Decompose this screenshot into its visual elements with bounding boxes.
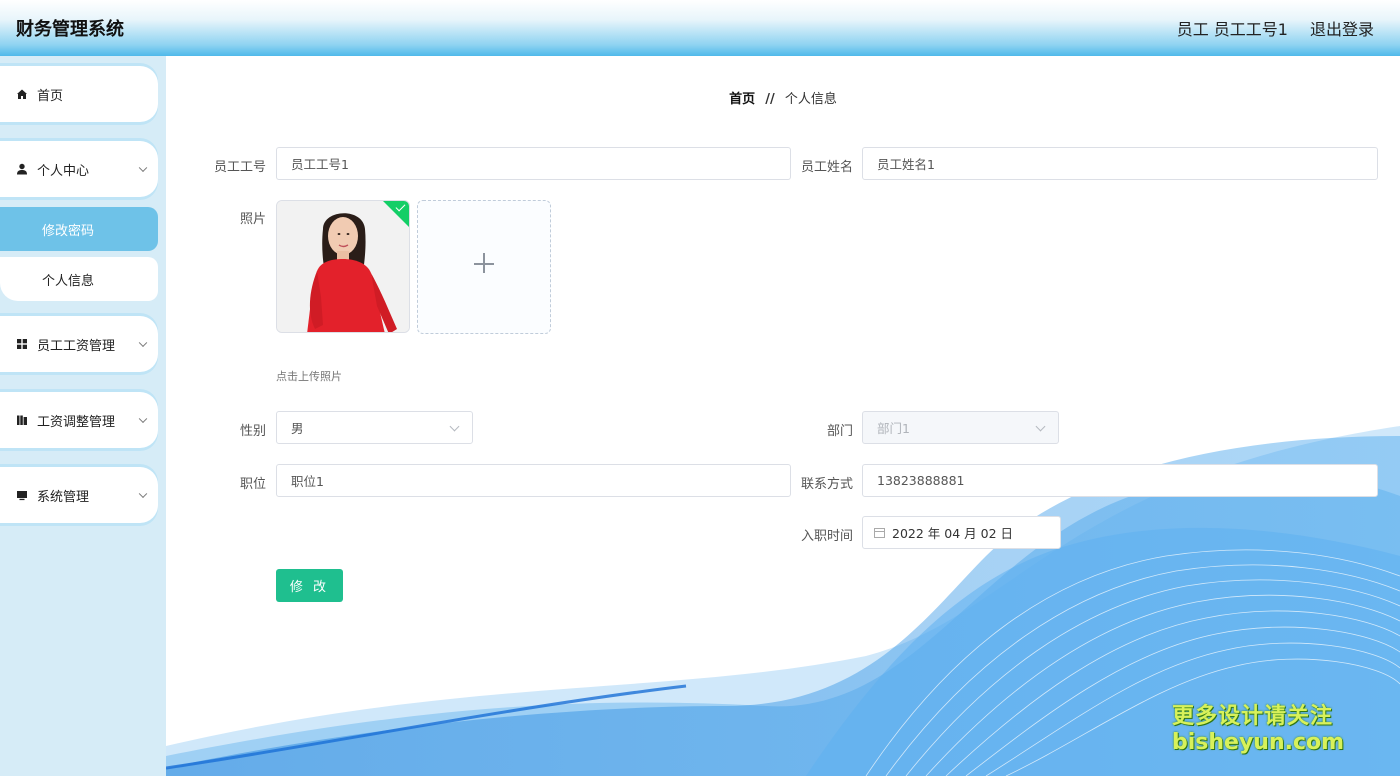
grid-icon xyxy=(16,338,28,350)
chevron-down-icon xyxy=(1035,421,1046,432)
chevron-down-icon xyxy=(138,338,148,348)
header-user-area: 员工 员工工号1 退出登录 xyxy=(1177,16,1374,40)
book-icon xyxy=(16,414,28,426)
employee-name-label: 员工姓名 xyxy=(800,160,853,175)
photo-upload-button[interactable] xyxy=(417,200,551,334)
monitor-icon xyxy=(16,489,28,501)
sidebar-subitem-personal-info[interactable]: 个人信息 xyxy=(0,257,158,301)
gender-select[interactable]: 男 xyxy=(276,411,473,444)
contact-input[interactable]: 13823888881 xyxy=(862,464,1378,497)
app-title: 财务管理系统 xyxy=(16,19,124,40)
position-value: 职位1 xyxy=(291,474,324,489)
gender-label: 性别 xyxy=(239,424,266,439)
employee-no-label: 员工工号 xyxy=(213,160,266,175)
sidebar: 首页 个人中心 修改密码 个人信息 员工工资管理 工资调整管理 系统管理 xyxy=(0,56,166,776)
sidebar-item-label: 首页 xyxy=(37,88,64,104)
position-input[interactable]: 职位1 xyxy=(276,464,791,497)
breadcrumb-home[interactable]: 首页 xyxy=(729,92,755,107)
sidebar-item-system-management[interactable]: 系统管理 xyxy=(0,467,158,523)
upload-hint: 点击上传照片 xyxy=(276,370,342,383)
hire-date-value: 2022 年 04 月 02 日 xyxy=(892,526,1013,541)
home-icon xyxy=(16,88,28,100)
sidebar-item-salary-adjustment[interactable]: 工资调整管理 xyxy=(0,392,158,448)
position-label: 职位 xyxy=(239,477,266,492)
user-icon xyxy=(16,163,28,175)
watermark: 更多设计请关注 bisheyun.com xyxy=(1172,698,1344,755)
watermark-line2: bisheyun.com xyxy=(1172,730,1345,755)
sidebar-item-label: 工资调整管理 xyxy=(37,414,116,430)
gender-value: 男 xyxy=(291,421,304,436)
chevron-down-icon xyxy=(138,414,148,424)
sidebar-item-label: 个人中心 xyxy=(37,163,90,179)
calendar-icon xyxy=(874,527,885,538)
logout-button[interactable]: 退出登录 xyxy=(1310,16,1374,40)
chevron-down-icon xyxy=(449,421,460,432)
current-user-label[interactable]: 员工 员工工号1 xyxy=(1177,16,1288,40)
submit-button[interactable]: 修 改 xyxy=(276,569,343,602)
hire-date-picker[interactable]: 2022 年 04 月 02 日 xyxy=(862,516,1061,549)
employee-no-value: 员工工号1 xyxy=(291,157,349,172)
employee-no-input[interactable]: 员工工号1 xyxy=(276,147,791,180)
hire-date-label: 入职时间 xyxy=(800,529,853,544)
breadcrumb-separator: // xyxy=(765,92,775,107)
contact-value: 13823888881 xyxy=(877,473,965,488)
sidebar-item-home[interactable]: 首页 xyxy=(0,66,158,122)
sidebar-item-label: 系统管理 xyxy=(37,489,90,505)
employee-name-input[interactable]: 员工姓名1 xyxy=(862,147,1378,180)
sidebar-item-label: 员工工资管理 xyxy=(37,338,116,354)
department-value: 部门1 xyxy=(877,421,910,436)
chevron-down-icon xyxy=(138,489,148,499)
employee-name-value: 员工姓名1 xyxy=(877,157,935,172)
watermark-line1: 更多设计请关注 xyxy=(1172,704,1334,729)
sidebar-item-personal-center[interactable]: 个人中心 xyxy=(0,141,158,197)
sidebar-subitem-change-password[interactable]: 修改密码 xyxy=(0,207,158,251)
breadcrumb-current: 个人信息 xyxy=(784,92,837,107)
photo-label: 照片 xyxy=(239,212,266,227)
sidebar-subitem-label: 修改密码 xyxy=(42,223,95,239)
breadcrumb: 首页 // 个人信息 xyxy=(166,88,1400,107)
sidebar-subitem-label: 个人信息 xyxy=(42,273,95,289)
plus-icon xyxy=(483,253,485,273)
chevron-down-icon xyxy=(138,163,148,173)
employee-photo[interactable] xyxy=(276,200,410,333)
sidebar-item-salary-management[interactable]: 员工工资管理 xyxy=(0,316,158,372)
department-select[interactable]: 部门1 xyxy=(862,411,1059,444)
department-label: 部门 xyxy=(826,424,853,439)
top-header: 财务管理系统 员工 员工工号1 退出登录 xyxy=(0,0,1400,56)
contact-label: 联系方式 xyxy=(800,477,853,492)
